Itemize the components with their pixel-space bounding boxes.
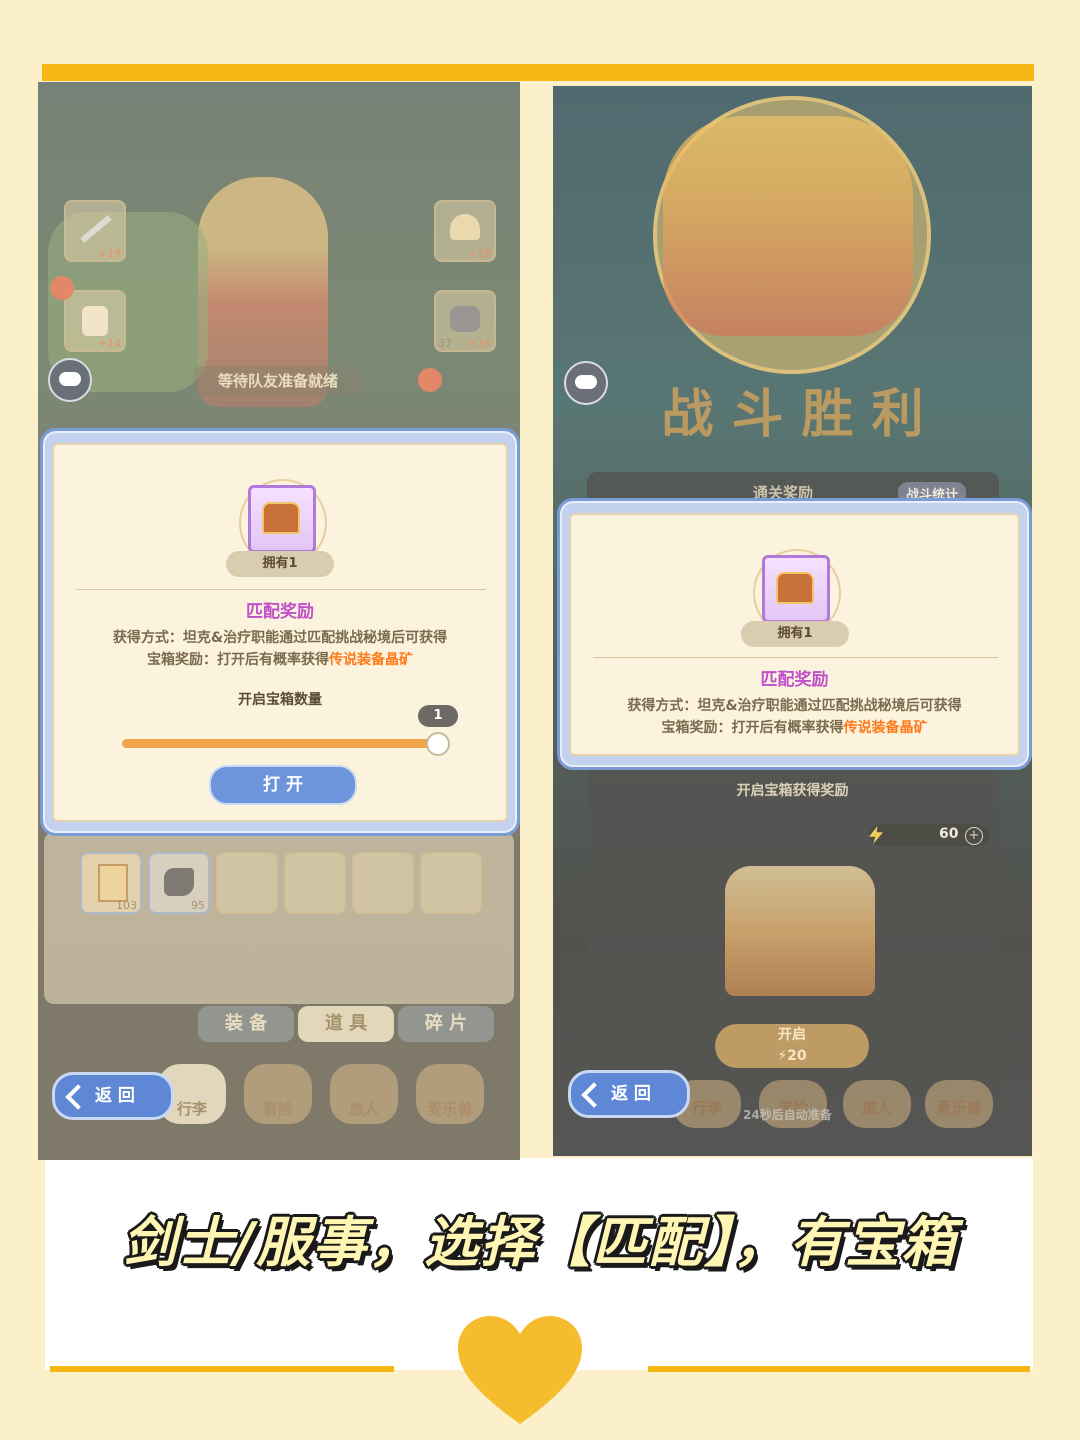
treasure-chest-icon [762, 555, 830, 623]
left-reward-dialog: 拥有1 匹配奖励 获得方式：坦克&治疗职能通过匹配挑战秘境后可获得 宝箱奖励：打… [40, 428, 520, 836]
obtain-method: 获得方式：坦克&治疗职能通过匹配挑战秘境后可获得 [627, 698, 962, 714]
caption-text: 剑士/服事，选择【匹配】，有宝箱 [122, 1211, 958, 1274]
deco-line-left [50, 1366, 394, 1372]
chat-icon[interactable] [564, 361, 608, 405]
chest-reward: 宝箱奖励：打开后有概率获得传说装备晶矿 [661, 720, 928, 736]
return-arrow-icon [581, 1082, 607, 1108]
return-button[interactable]: 返 回 [52, 1072, 174, 1120]
top-accent-bar [42, 64, 1034, 81]
owned-count: 拥有1 [226, 551, 334, 577]
open-button[interactable]: 打 开 [209, 765, 357, 805]
reward-title: 匹配奖励 [760, 670, 829, 690]
quantity-slider-fill [122, 739, 440, 748]
quantity-slider-handle[interactable] [426, 732, 450, 756]
quantity-value-bubble: 1 [418, 705, 458, 727]
owned-count: 拥有1 [741, 621, 849, 647]
return-button[interactable]: 返 回 [568, 1070, 690, 1118]
quantity-slider-track[interactable] [122, 732, 450, 756]
return-arrow-icon [65, 1084, 91, 1110]
chat-icon[interactable] [48, 358, 92, 402]
reward-title: 匹配奖励 [246, 602, 314, 622]
obtain-method: 获得方式：坦克&治疗职能通过匹配挑战秘境后可获得 [112, 630, 448, 646]
right-reward-dialog: 拥有1 匹配奖励 获得方式：坦克&治疗职能通过匹配挑战秘境后可获得 宝箱奖励：打… [557, 498, 1032, 770]
divider [593, 657, 998, 658]
treasure-chest-icon [248, 485, 316, 553]
divider [76, 589, 486, 590]
deco-line-right [648, 1366, 1030, 1372]
chest-reward: 宝箱奖励：打开后有概率获得传说装备晶矿 [147, 652, 413, 668]
heart-icon [458, 1316, 582, 1424]
